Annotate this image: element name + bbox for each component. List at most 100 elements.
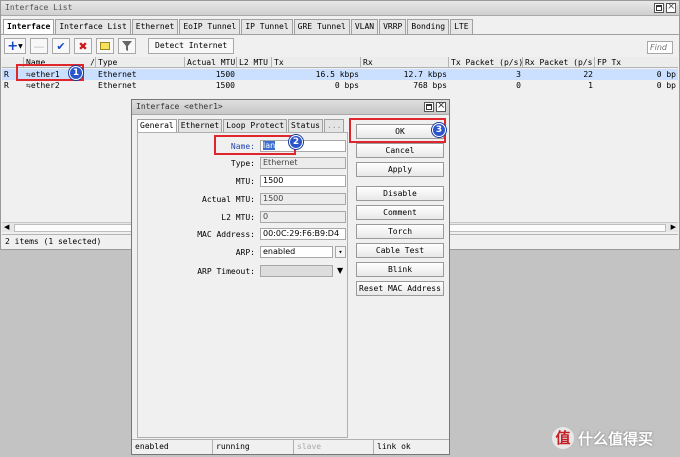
row-name: ⇆ether2 <box>26 81 60 90</box>
mac-address-field[interactable]: 00:0C:29:F6:B9:D4 <box>260 228 346 240</box>
tab-vlan[interactable]: VLAN <box>350 19 379 34</box>
highlight-name-field <box>214 135 296 155</box>
blink-button[interactable]: Blink <box>356 262 444 277</box>
col-tx-packet[interactable]: Tx Packet (p/s) <box>449 57 523 67</box>
tab-interface[interactable]: Interface <box>3 19 55 34</box>
list-titlebar: Interface List <box>1 1 679 16</box>
tab-general[interactable]: General <box>137 119 177 132</box>
maximize-icon[interactable] <box>424 102 434 112</box>
col-tx[interactable]: Tx <box>272 57 361 67</box>
row-rx: 12.7 kbps <box>403 70 447 79</box>
col-l2-mtu[interactable]: L2 MTU <box>237 57 272 67</box>
actual-mtu-label: Actual MTU: <box>202 195 255 204</box>
tab-lte[interactable]: LTE <box>450 19 473 34</box>
row-type: Ethernet <box>98 81 137 90</box>
table-row[interactable]: R ⇆ether1 Ethernet 1500 16.5 kbps 12.7 k… <box>2 69 678 80</box>
list-toolbar: + ▼ — ✔ ✖ Detect Internet <box>1 35 679 57</box>
general-panel: Name: lan Type: Ethernet MTU: 1500 Actua… <box>137 132 348 438</box>
chevron-down-icon: ▼ <box>18 42 23 50</box>
mtu-label: MTU: <box>235 177 255 186</box>
watermark-logo: 值 <box>552 427 574 449</box>
tab-loop-protect[interactable]: Loop Protect <box>223 119 288 132</box>
row-type: Ethernet <box>98 70 137 79</box>
sort-icon: / <box>90 58 95 67</box>
dialog-status: enabled running slave link ok <box>132 439 449 454</box>
col-rx[interactable]: Rx <box>361 57 449 67</box>
row-flag: R <box>4 81 9 90</box>
grid-header: Name / Type Actual MTU L2 MTU Tx Rx Tx Pa… <box>2 57 678 68</box>
status-enabled: enabled <box>132 440 213 454</box>
watermark-text: 什么值得买 <box>578 429 654 448</box>
tab-more[interactable]: ... <box>323 119 345 132</box>
remove-button[interactable]: — <box>30 38 48 54</box>
disable-button[interactable]: Disable <box>356 186 444 201</box>
arp-select[interactable]: enabled <box>260 246 333 258</box>
disable-button[interactable]: ✖ <box>74 38 92 54</box>
add-button[interactable]: + ▼ <box>4 38 26 54</box>
enable-button[interactable]: ✔ <box>52 38 70 54</box>
tab-eoip-tunnel[interactable]: EoIP Tunnel <box>179 19 241 34</box>
col-fp-tx[interactable]: FP Tx <box>595 57 678 67</box>
tab-interface-list[interactable]: Interface List <box>55 19 131 34</box>
watermark: 值 什么值得买 <box>552 427 653 449</box>
dialog-title: Interface <ether1> <box>136 102 223 111</box>
type-value: Ethernet <box>260 157 346 169</box>
status-slave: slave <box>294 440 374 454</box>
tab-ethernet[interactable]: Ethernet <box>177 119 223 132</box>
arp-timeout-field[interactable] <box>260 265 333 277</box>
apply-button[interactable]: Apply <box>356 162 444 177</box>
type-label: Type: <box>230 159 255 168</box>
close-icon[interactable] <box>436 102 446 112</box>
row-actual-mtu: 1500 <box>215 81 235 90</box>
row-rx-packet: 22 <box>583 70 593 79</box>
maximize-icon[interactable] <box>654 3 664 13</box>
status-link: link ok <box>377 442 411 451</box>
arp-dropdown-button[interactable]: ▾ <box>335 246 346 258</box>
arp-label: ARP: <box>235 248 255 257</box>
list-window-title: Interface List <box>5 3 73 12</box>
check-icon: ✔ <box>56 39 66 53</box>
tab-ip-tunnel[interactable]: IP Tunnel <box>241 19 293 34</box>
col-rx-packet[interactable]: Rx Packet (p/s) <box>523 57 595 67</box>
tab-bonding[interactable]: Bonding <box>407 19 450 34</box>
scroll-right-icon[interactable]: ▶ <box>671 223 676 231</box>
find-input[interactable] <box>647 41 673 54</box>
list-tabs: Interface Interface List Ethernet EoIP T… <box>1 19 679 35</box>
row-fp-tx: 0 bp <box>656 70 676 79</box>
tab-gre-tunnel[interactable]: GRE Tunnel <box>293 19 350 34</box>
row-rx: 768 bps <box>413 81 447 90</box>
l2-mtu-label: L2 MTU: <box>221 213 255 222</box>
close-icon[interactable] <box>666 3 676 13</box>
row-l2-mtu <box>237 69 272 80</box>
filter-button[interactable] <box>118 38 136 54</box>
row-actual-mtu: 1500 <box>215 70 235 79</box>
row-tx-packet: 0 <box>516 81 521 90</box>
row-l2-mtu <box>237 80 272 91</box>
reset-mac-address-button[interactable]: Reset MAC Address <box>356 281 444 296</box>
comment-button[interactable]: Comment <box>356 205 444 220</box>
scroll-left-icon[interactable]: ◀ <box>4 223 9 231</box>
marker-3: 3 <box>432 123 446 137</box>
comment-button[interactable] <box>96 38 114 54</box>
table-row[interactable]: R ⇆ether2 Ethernet 1500 0 bps 768 bps 0 … <box>2 80 678 91</box>
tab-status[interactable]: Status <box>288 119 323 132</box>
mac-address-label: MAC Address: <box>197 230 255 239</box>
col-type[interactable]: Type <box>96 57 185 67</box>
col-actual-mtu[interactable]: Actual MTU <box>185 57 237 67</box>
torch-button[interactable]: Torch <box>356 224 444 239</box>
marker-2: 2 <box>289 135 303 149</box>
cancel-button[interactable]: Cancel <box>356 143 444 158</box>
chevron-down-icon[interactable]: ▼ <box>337 266 343 275</box>
add-icon: + <box>7 38 19 54</box>
actual-mtu-value: 1500 <box>260 193 346 205</box>
tab-vrrp[interactable]: VRRP <box>379 19 407 34</box>
dialog-titlebar: Interface <ether1> <box>132 100 449 115</box>
l2-mtu-value: 0 <box>260 211 346 223</box>
cross-icon: ✖ <box>78 39 88 53</box>
mtu-field[interactable]: 1500 <box>260 175 346 187</box>
row-tx: 16.5 kbps <box>315 70 359 79</box>
cable-test-button[interactable]: Cable Test <box>356 243 444 258</box>
tab-ethernet[interactable]: Ethernet <box>131 19 179 34</box>
detect-internet-button[interactable]: Detect Internet <box>148 38 235 54</box>
filter-icon <box>122 41 132 51</box>
